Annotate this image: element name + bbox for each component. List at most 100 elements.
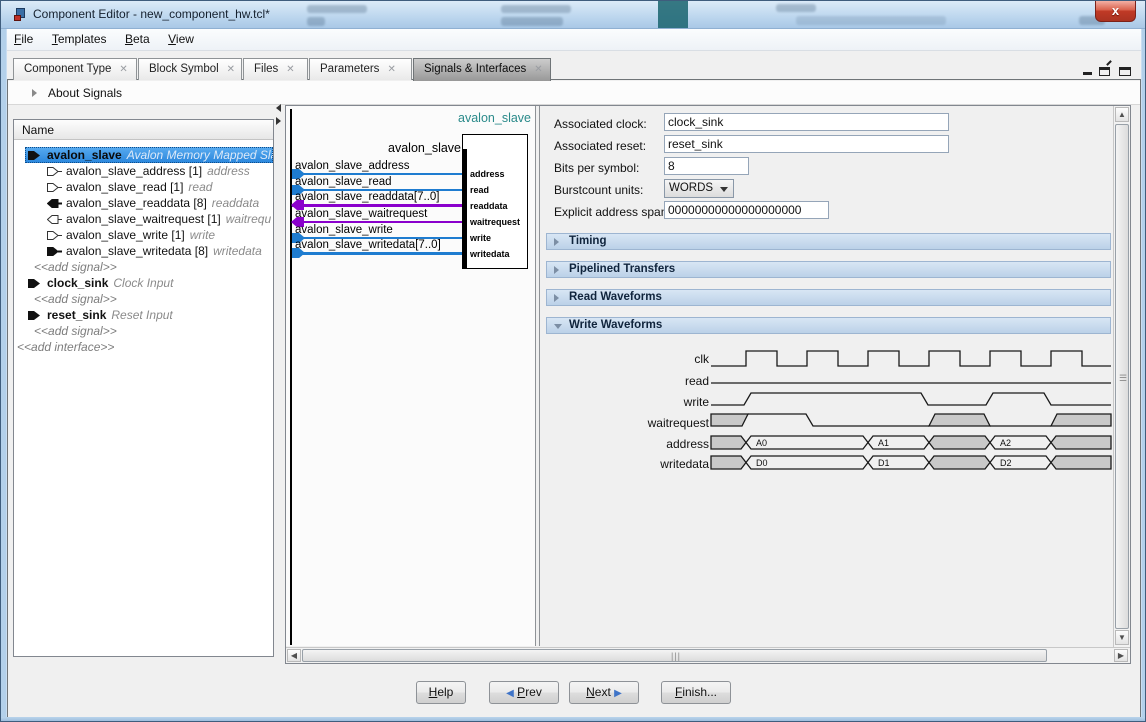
collapse-left-icon[interactable]	[276, 104, 281, 112]
tree-header-name[interactable]: Name	[14, 120, 273, 140]
address-value: A2	[1000, 438, 1011, 448]
vertical-scrollbar-thumb[interactable]: ☰	[1115, 124, 1129, 629]
menu-file[interactable]: File	[7, 29, 40, 49]
writedata-value: D2	[1000, 458, 1012, 468]
tree-row-add-signal[interactable]: <<add signal>>	[14, 291, 271, 307]
associated-clock-input[interactable]	[664, 113, 949, 131]
menu-beta[interactable]: Beta	[118, 29, 157, 49]
tree-row[interactable]: avalon_slave_waitrequest [1]waitrequest	[14, 211, 271, 227]
section-timing[interactable]: Timing	[546, 233, 1111, 250]
help-button[interactable]: Help	[416, 681, 466, 704]
port-label: address	[470, 169, 505, 179]
tree-row[interactable]: avalon_slave_read [1]read	[14, 179, 271, 195]
writedata-value: D0	[756, 458, 768, 468]
section-read-waveforms[interactable]: Read Waveforms	[546, 289, 1111, 306]
tab-close-icon[interactable]: ✕	[387, 64, 395, 75]
tree-row-reset-sink[interactable]: reset_sinkReset Input	[14, 307, 271, 323]
close-button[interactable]: x	[1095, 1, 1136, 22]
diagram-properties-divider[interactable]	[535, 106, 540, 646]
bits-per-symbol-input[interactable]	[664, 157, 749, 175]
tab-block-symbol[interactable]: Block Symbol✕	[138, 58, 242, 80]
expand-arrow-icon[interactable]	[32, 89, 37, 97]
port-label: writedata	[470, 249, 510, 259]
wire-waitrequest	[292, 221, 462, 223]
wire-address	[292, 173, 462, 175]
scroll-right-icon[interactable]: ▶	[1114, 649, 1128, 662]
tab-close-icon[interactable]: ✕	[227, 64, 235, 75]
scroll-up-icon[interactable]: ▲	[1115, 107, 1129, 122]
wire-label: avalon_slave_read	[295, 176, 392, 188]
field-label: Burstcount units:	[554, 183, 643, 197]
menu-bar: File Templates Beta View	[7, 29, 1141, 51]
field-label: Associated reset:	[554, 139, 646, 153]
writedata-value: D1	[878, 458, 890, 468]
tab-close-icon[interactable]: ✕	[534, 64, 542, 75]
chevron-down-icon	[554, 324, 562, 329]
interface-icon	[28, 148, 43, 157]
tab-parameters[interactable]: Parameters✕	[309, 58, 412, 80]
horizontal-scrollbar[interactable]: ◀ ||| ▶	[286, 647, 1130, 663]
interface-icon	[28, 276, 43, 285]
wire-label: avalon_slave_writedata[7..0]	[295, 239, 441, 251]
wire-readdata	[292, 204, 462, 207]
port-output-icon	[47, 212, 62, 221]
vertical-scrollbar[interactable]: ▲ ☰ ▼	[1113, 106, 1130, 647]
chevron-right-icon	[554, 294, 559, 302]
wire-label: avalon_slave_waitrequest	[295, 208, 427, 220]
float-window-icon[interactable]	[1099, 67, 1110, 76]
tree-row-avalon-slave[interactable]: avalon_slaveAvalon Memory Mapped Slave	[25, 147, 273, 163]
port-input-icon	[47, 164, 62, 173]
section-pipelined-transfers[interactable]: Pipelined Transfers	[546, 261, 1111, 278]
window-title: Component Editor - new_component_hw.tcl*	[33, 7, 270, 21]
next-button[interactable]: Next ▶	[569, 681, 639, 704]
panel-splitter[interactable]	[276, 104, 284, 132]
tree-row-clock-sink[interactable]: clock_sinkClock Input	[14, 275, 271, 291]
slave-block-port-bar	[462, 149, 467, 268]
port-label: write	[470, 233, 491, 243]
tab-signals-interfaces[interactable]: Signals & Interfaces✕	[413, 58, 551, 81]
tab-files[interactable]: Files✕	[243, 58, 308, 80]
about-signals-bar[interactable]: About Signals	[8, 81, 1140, 105]
tab-component-type[interactable]: Component Type✕	[13, 58, 137, 80]
field-label: Bits per symbol:	[554, 161, 639, 175]
tree-row[interactable]: avalon_slave_readdata [8]readdata	[14, 195, 271, 211]
tree-row-add-interface[interactable]: <<add interface>>	[14, 339, 271, 355]
prev-button[interactable]: ◀ Prev	[489, 681, 559, 704]
chevron-right-icon	[554, 238, 559, 246]
section-write-waveforms[interactable]: Write Waveforms	[546, 317, 1111, 334]
minimize-icon[interactable]	[1083, 72, 1092, 75]
finish-button[interactable]: Finish...	[661, 681, 731, 704]
component-editor-window: Component Editor - new_component_hw.tcl*…	[0, 0, 1146, 722]
title-bar: Component Editor - new_component_hw.tcl*…	[1, 1, 1146, 29]
collapse-right-icon[interactable]	[276, 117, 281, 125]
menu-view[interactable]: View	[161, 29, 201, 49]
burstcount-units-dropdown[interactable]: WORDS	[664, 179, 734, 198]
horizontal-scrollbar-thumb[interactable]: |||	[302, 649, 1047, 662]
tree-row[interactable]: avalon_slave_writedata [8]writedata	[14, 243, 271, 259]
associated-reset-input[interactable]	[664, 135, 949, 153]
scroll-left-icon[interactable]: ◀	[287, 649, 301, 662]
chevron-down-icon	[720, 187, 728, 192]
tree-row[interactable]: avalon_slave_write [1]write	[14, 227, 271, 243]
tree-row[interactable]: avalon_slave_address [1]address	[14, 163, 271, 179]
maximize-icon[interactable]	[1119, 67, 1131, 76]
port-input-bus-icon	[47, 244, 62, 253]
tree-row-add-signal[interactable]: <<add signal>>	[14, 323, 271, 339]
arrow-right-icon: ▶	[614, 688, 622, 699]
menu-templates[interactable]: Templates	[45, 29, 114, 49]
port-label: read	[470, 185, 489, 195]
about-signals-label: About Signals	[48, 86, 122, 100]
port-label: waitrequest	[470, 217, 520, 227]
tab-close-icon[interactable]: ✕	[119, 64, 127, 75]
address-value: A0	[756, 438, 767, 448]
wire-writedata	[292, 252, 462, 255]
arrow-left-icon: ◀	[506, 688, 514, 699]
scroll-down-icon[interactable]: ▼	[1115, 630, 1129, 645]
explicit-address-span-input[interactable]	[664, 201, 829, 219]
interface-name-label: avalon_slave	[401, 111, 531, 125]
field-label: Explicit address span:	[554, 205, 671, 219]
interface-icon	[28, 308, 43, 317]
tree-row-add-signal[interactable]: <<add signal>>	[14, 259, 271, 275]
write-waveforms-plot: A0 A1 A2 D0 D1 D2	[546, 339, 1113, 481]
tab-close-icon[interactable]: ✕	[286, 64, 294, 75]
